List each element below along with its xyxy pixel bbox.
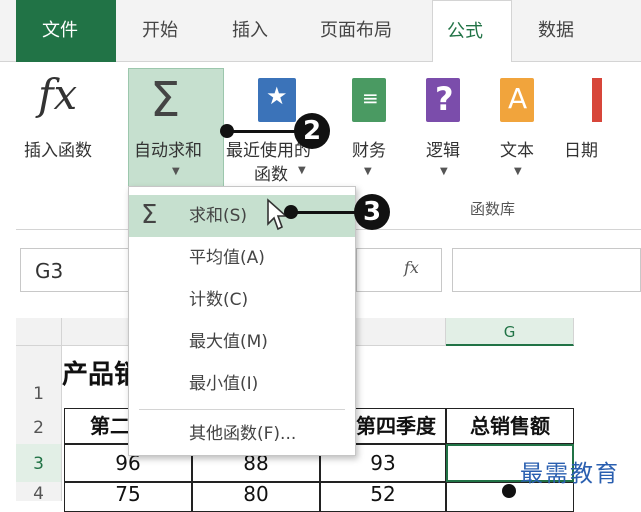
formula-input[interactable] [452,248,641,292]
tab-data[interactable]: 数据 [538,16,574,42]
menu-item-max[interactable]: 最大值(M) [129,321,355,363]
autosum-label: 自动求和 [134,141,202,161]
recent-functions-label-2: 函数 [254,165,288,185]
row-header-2[interactable]: 2 [16,408,62,444]
chevron-down-icon: ▼ [440,166,448,177]
sigma-icon: Σ [141,200,158,230]
menu-item-min[interactable]: 最小值(I) [129,363,355,405]
callout-number-3: 3 [354,194,390,230]
cell-f4[interactable]: 52 [320,482,446,512]
chevron-down-icon: ▼ [514,166,522,177]
watermark-text: 最需教育 [520,461,620,487]
row-header-1[interactable]: 1 [16,346,62,408]
chevron-down-icon: ▼ [298,165,306,176]
formula-bar-buttons [356,248,442,292]
menu-item-sum[interactable]: Σ 求和(S) [129,195,355,237]
star-icon: ★ [266,82,288,110]
menu-item-sum-label: 求和(S) [189,206,248,226]
tab-formulas[interactable]: 公式 [432,0,512,63]
column-header-g[interactable]: G [446,318,574,346]
financial-button[interactable]: 财务 [352,136,386,161]
callout-dot-4 [502,484,516,498]
callout-line-2 [228,130,296,133]
insert-function-icon[interactable]: fx [38,70,77,119]
callout-line-3 [292,211,356,214]
row-header-3[interactable]: 3 [16,444,62,482]
menu-item-count[interactable]: 计数(C) [129,279,355,321]
chevron-down-icon: ▼ [364,166,372,177]
insert-function-button[interactable]: 插入函数 [24,136,92,161]
question-icon: ? [435,80,454,118]
insert-function-fx-icon[interactable]: fx [404,258,419,277]
row-header-4[interactable]: 4 [16,482,62,504]
header-cell-g[interactable]: 总销售额 [446,408,574,444]
cell-d4[interactable]: 75 [64,482,192,512]
function-library-label: 函数库 [470,200,516,218]
tab-insert[interactable]: 插入 [232,16,268,42]
menu-item-more-functions[interactable]: 其他函数(F)... [129,413,355,455]
autosum-dropdown-menu: Σ 求和(S) 平均值(A) 计数(C) 最大值(M) 最小值(I) 其他函数(… [128,186,356,456]
chevron-down-icon: ▼ [172,166,180,177]
cell-e4[interactable]: 80 [192,482,320,512]
callout-number-2: 2 [294,113,330,149]
tab-file[interactable]: 文件 [16,0,116,62]
text-button[interactable]: 文本 [500,136,534,161]
logical-button[interactable]: 逻辑 [426,136,460,161]
letter-a-icon: A [508,82,528,115]
menu-item-average[interactable]: 平均值(A) [129,237,355,279]
sigma-icon: Σ [150,72,181,128]
menu-separator [139,409,345,410]
tab-page-layout[interactable]: 页面布局 [320,16,392,42]
coins-icon: ≡ [362,86,379,110]
header-cell-f[interactable]: 第四季度 [346,408,446,444]
tab-home[interactable]: 开始 [142,16,178,42]
select-all-corner[interactable] [16,318,62,346]
date-button[interactable]: 日期 [564,136,598,161]
date-icon[interactable] [592,78,602,122]
